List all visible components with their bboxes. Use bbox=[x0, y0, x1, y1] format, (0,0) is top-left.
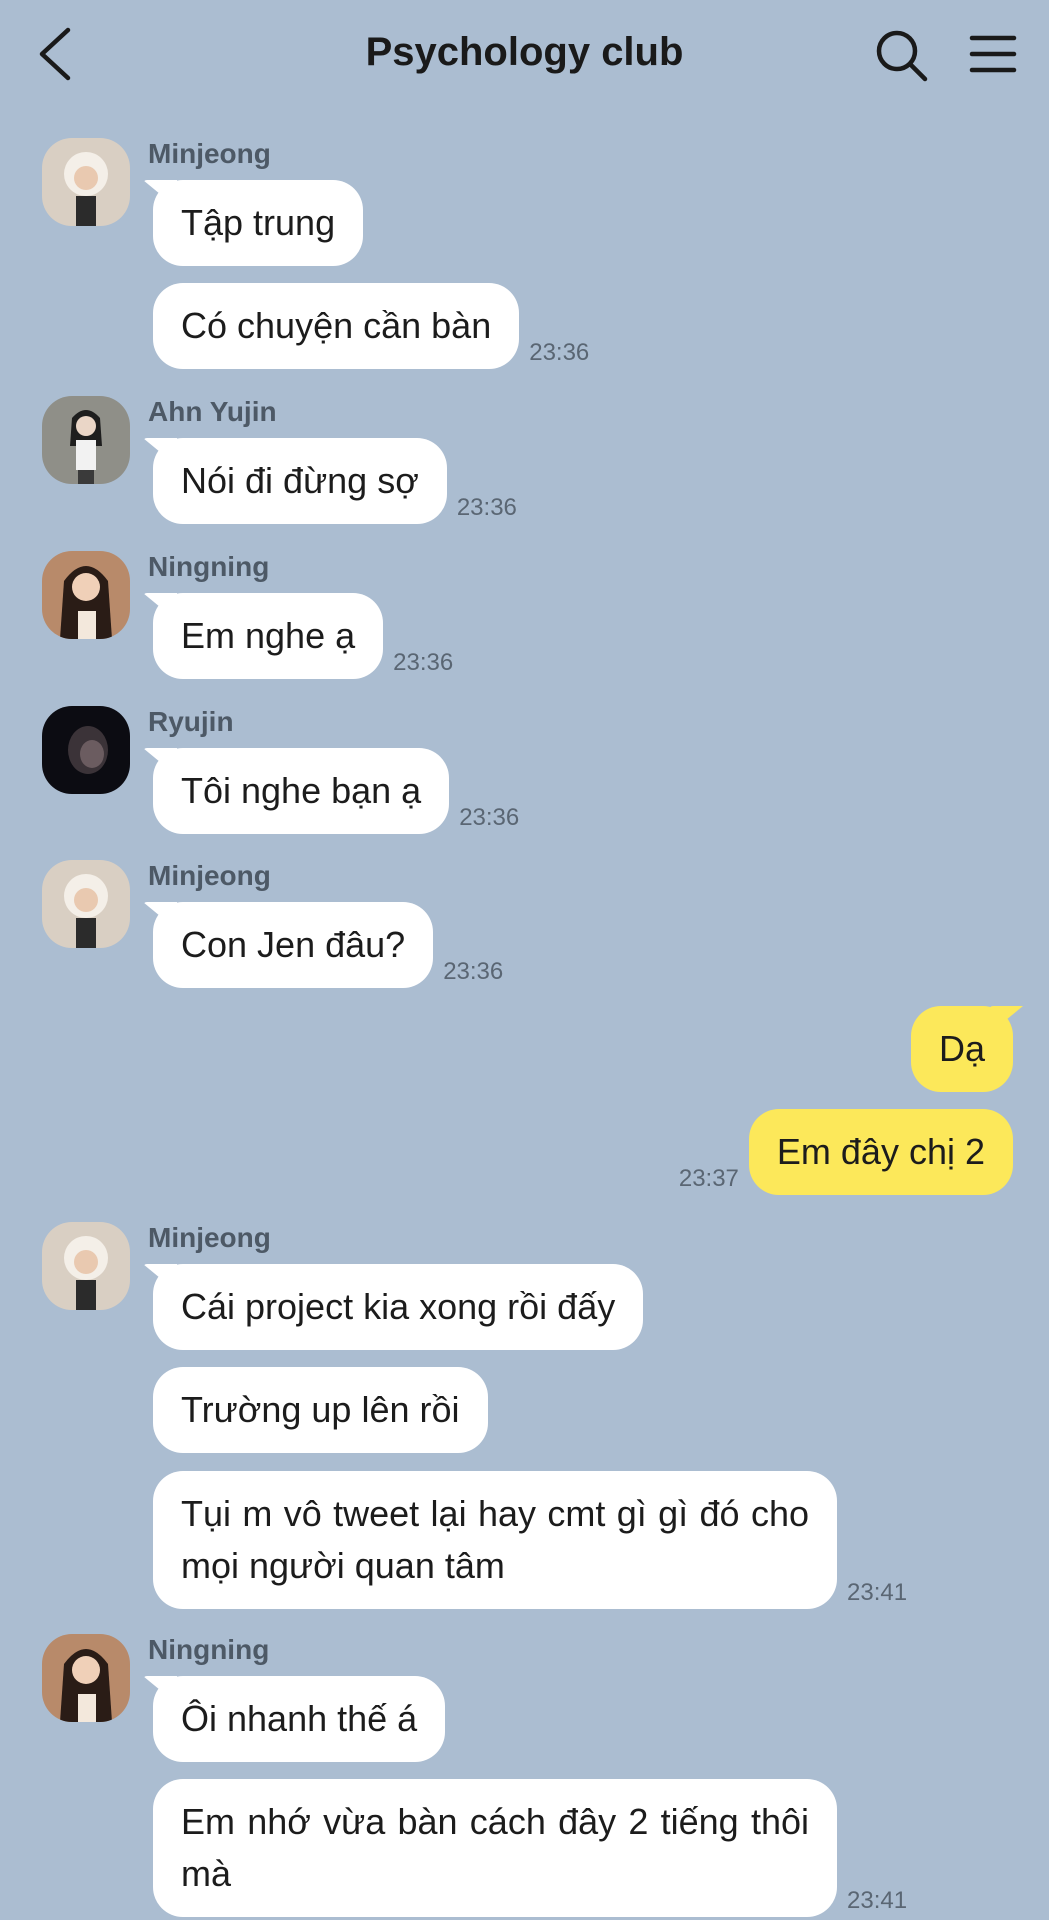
sender-name: Ningning bbox=[148, 551, 270, 582]
chat-header: Psychology club bbox=[0, 0, 1049, 110]
message-bubble-outgoing[interactable]: Dạ bbox=[910, 1006, 1013, 1092]
avatar[interactable] bbox=[42, 1222, 130, 1310]
sender-name: Minjeong bbox=[148, 138, 271, 169]
message-bubble[interactable]: Trường up lên rồi bbox=[153, 1367, 488, 1453]
sender-name: Minjeong bbox=[148, 1222, 271, 1253]
message-bubble[interactable]: Em nhớ vừa bàn cách đây 2 tiếng thôi mà bbox=[153, 1779, 837, 1917]
message-bubble[interactable]: Tụi m vô tweet lại hay cmt gì gì đó cho … bbox=[153, 1471, 837, 1609]
message-bubble[interactable]: Cái project kia xong rồi đấy bbox=[153, 1264, 644, 1350]
message-bubble[interactable]: Em nghe ạ bbox=[153, 593, 384, 679]
search-icon[interactable] bbox=[874, 28, 928, 82]
message-row: Có chuyện cần bàn 23:36 bbox=[153, 283, 589, 369]
sender-name: Minjeong bbox=[148, 860, 271, 891]
message-row: Trường up lên rồi bbox=[153, 1367, 488, 1453]
avatar[interactable] bbox=[42, 860, 130, 948]
message-row: Em nhớ vừa bàn cách đây 2 tiếng thôi mà … bbox=[153, 1779, 907, 1917]
message-row: Cái project kia xong rồi đấy bbox=[153, 1264, 644, 1350]
message-row: Tụi m vô tweet lại hay cmt gì gì đó cho … bbox=[153, 1471, 907, 1609]
message-row: Ôi nhanh thế á bbox=[153, 1676, 446, 1762]
timestamp: 23:36 bbox=[393, 649, 454, 676]
message-bubble[interactable]: Có chuyện cần bàn bbox=[153, 283, 520, 369]
message-row: Em nghe ạ 23:36 bbox=[153, 593, 453, 679]
message-row: Em đây chị 2 23:37 bbox=[679, 1109, 1013, 1195]
message-bubble[interactable]: Con Jen đâu? bbox=[153, 902, 434, 988]
timestamp: 23:36 bbox=[456, 494, 517, 521]
timestamp: 23:36 bbox=[459, 804, 520, 831]
sender-name: Ningning bbox=[148, 1634, 270, 1665]
message-bubble-outgoing[interactable]: Em đây chị 2 bbox=[748, 1109, 1013, 1195]
avatar[interactable] bbox=[42, 1634, 130, 1722]
sender-name: Ahn Yujin bbox=[148, 396, 277, 427]
message-row: Nói đi đừng sợ 23:36 bbox=[153, 438, 517, 524]
message-row: Dạ bbox=[910, 1006, 1013, 1092]
avatar[interactable] bbox=[42, 551, 130, 639]
message-row: Con Jen đâu? 23:36 bbox=[153, 902, 503, 988]
hamburger-menu-icon[interactable] bbox=[968, 32, 1018, 76]
sender-name: Ryujin bbox=[148, 706, 234, 737]
timestamp: 23:41 bbox=[847, 1579, 908, 1606]
timestamp: 23:36 bbox=[529, 339, 590, 366]
timestamp: 23:37 bbox=[678, 1165, 739, 1192]
message-row: Tôi nghe bạn ạ 23:36 bbox=[153, 748, 519, 834]
timestamp: 23:41 bbox=[847, 1887, 908, 1914]
message-bubble[interactable]: Tôi nghe bạn ạ bbox=[153, 748, 450, 834]
avatar[interactable] bbox=[42, 706, 130, 794]
avatar[interactable] bbox=[42, 138, 130, 226]
message-row: Tập trung bbox=[153, 180, 364, 266]
message-bubble[interactable]: Nói đi đừng sợ bbox=[153, 438, 447, 524]
timestamp: 23:36 bbox=[443, 958, 504, 985]
chat-screen: Psychology club Minjeong Tập trung Có ch… bbox=[0, 0, 1049, 1920]
avatar[interactable] bbox=[42, 396, 130, 484]
message-bubble[interactable]: Ôi nhanh thế á bbox=[153, 1676, 446, 1762]
message-bubble[interactable]: Tập trung bbox=[153, 180, 364, 266]
